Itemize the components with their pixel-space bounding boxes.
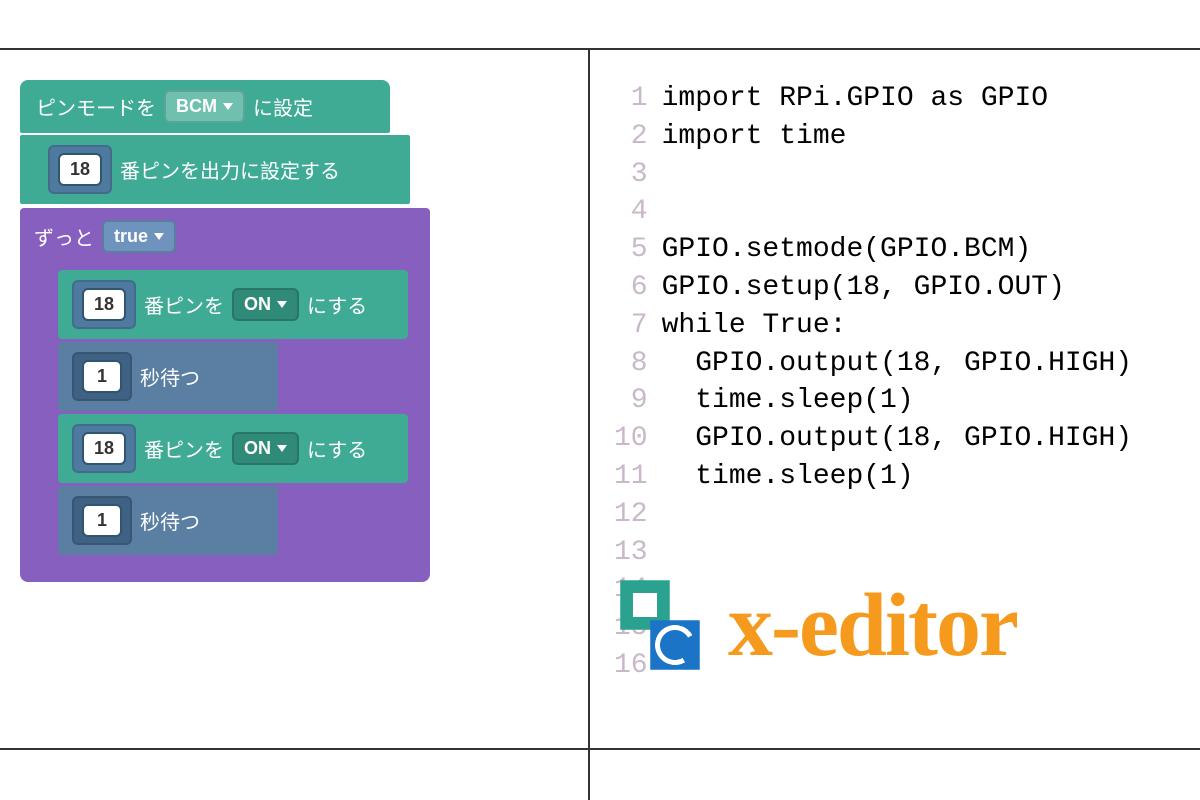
seconds-field[interactable]: 1	[82, 504, 122, 537]
block-output-2[interactable]: 18 番ピンを ON にする	[58, 414, 408, 483]
code-line[interactable]: GPIO.setup(18, GPIO.OUT)	[662, 269, 1132, 307]
line-number: 3	[614, 156, 648, 194]
pin-number-field[interactable]: 18	[82, 288, 126, 321]
pin-number-slot[interactable]: 18	[48, 145, 112, 194]
app-logo: x-editor	[600, 570, 1017, 680]
chevron-down-icon	[277, 301, 287, 308]
block-editor-panel[interactable]: ピンモードを BCM に設定 18 番ピンを出力に設定する ずっと true	[0, 50, 590, 800]
bottom-divider	[0, 748, 1200, 750]
line-number: 8	[614, 345, 648, 383]
block-wait-label: 秒待つ	[140, 506, 200, 535]
logo-icon	[600, 570, 710, 680]
code-line[interactable]: GPIO.setmode(GPIO.BCM)	[662, 231, 1132, 269]
code-line[interactable]	[662, 496, 1132, 534]
block-output-prefix: 番ピンを	[144, 290, 224, 319]
loop-condition-value: true	[114, 226, 148, 247]
output-state-dropdown[interactable]: ON	[232, 288, 299, 321]
output-state-value: ON	[244, 438, 271, 459]
output-state-dropdown[interactable]: ON	[232, 432, 299, 465]
block-wait-label: 秒待つ	[140, 362, 200, 391]
line-number: 13	[614, 534, 648, 572]
seconds-slot[interactable]: 1	[72, 352, 132, 401]
block-setup-label: 番ピンを出力に設定する	[120, 155, 340, 184]
block-wait-1[interactable]: 1 秒待つ	[58, 342, 278, 411]
line-number: 5	[614, 231, 648, 269]
chevron-down-icon	[223, 103, 233, 110]
code-line[interactable]	[662, 156, 1132, 194]
line-number: 9	[614, 382, 648, 420]
code-line[interactable]: while True:	[662, 307, 1132, 345]
block-pin-mode[interactable]: ピンモードを BCM に設定	[20, 80, 390, 133]
main-split: ピンモードを BCM に設定 18 番ピンを出力に設定する ずっと true	[0, 50, 1200, 800]
top-bar	[0, 0, 1200, 50]
block-output-suffix: にする	[307, 290, 367, 319]
code-panel: 12345678910111213141516 import RPi.GPIO …	[590, 50, 1200, 800]
block-pin-mode-prefix: ピンモードを	[36, 92, 156, 121]
loop-condition-dropdown[interactable]: true	[102, 220, 176, 253]
loop-footer	[20, 560, 430, 582]
pin-number-slot[interactable]: 18	[72, 424, 136, 473]
pin-number-field[interactable]: 18	[82, 432, 126, 465]
pin-mode-value: BCM	[176, 96, 217, 117]
line-number: 10	[614, 420, 648, 458]
block-loop[interactable]: ずっと true	[20, 208, 430, 265]
code-line[interactable]	[662, 193, 1132, 231]
code-line[interactable]: GPIO.output(18, GPIO.HIGH)	[662, 420, 1132, 458]
block-output-suffix: にする	[307, 434, 367, 463]
code-line[interactable]	[662, 534, 1132, 572]
pin-number-slot[interactable]: 18	[72, 280, 136, 329]
code-line[interactable]: import RPi.GPIO as GPIO	[662, 80, 1132, 118]
line-number: 2	[614, 118, 648, 156]
line-number: 12	[614, 496, 648, 534]
line-number: 4	[614, 193, 648, 231]
block-wait-2[interactable]: 1 秒待つ	[58, 486, 278, 555]
pin-mode-dropdown[interactable]: BCM	[164, 90, 245, 123]
seconds-field[interactable]: 1	[82, 360, 122, 393]
block-output-1[interactable]: 18 番ピンを ON にする	[58, 270, 408, 339]
block-setup-pin[interactable]: 18 番ピンを出力に設定する	[20, 135, 410, 204]
block-output-prefix: 番ピンを	[144, 434, 224, 463]
code-line[interactable]: import time	[662, 118, 1132, 156]
code-line[interactable]: time.sleep(1)	[662, 382, 1132, 420]
code-line[interactable]: GPIO.output(18, GPIO.HIGH)	[662, 345, 1132, 383]
line-number: 11	[614, 458, 648, 496]
block-loop-label: ずっと	[34, 222, 94, 251]
logo-text: x-editor	[728, 574, 1017, 677]
loop-body: 18 番ピンを ON にする 1 秒待つ 18 番ピンを	[20, 265, 430, 560]
code-line[interactable]: time.sleep(1)	[662, 458, 1132, 496]
output-state-value: ON	[244, 294, 271, 315]
chevron-down-icon	[154, 233, 164, 240]
line-number: 6	[614, 269, 648, 307]
line-number: 7	[614, 307, 648, 345]
seconds-slot[interactable]: 1	[72, 496, 132, 545]
chevron-down-icon	[277, 445, 287, 452]
pin-number-field[interactable]: 18	[58, 153, 102, 186]
block-pin-mode-suffix: に設定	[253, 92, 313, 121]
line-number: 1	[614, 80, 648, 118]
